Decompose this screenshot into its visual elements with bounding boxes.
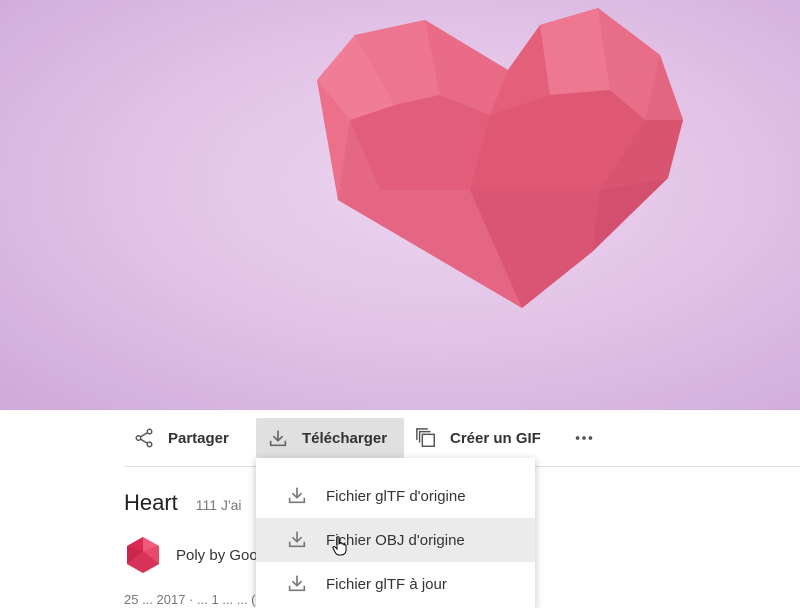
like-count[interactable]: 111 J'ai bbox=[196, 497, 242, 513]
author-avatar[interactable] bbox=[124, 536, 162, 574]
download-label: Télécharger bbox=[302, 429, 388, 447]
more-icon bbox=[572, 426, 596, 450]
menu-item-gltf-updated[interactable]: Fichier glTF à jour bbox=[256, 562, 535, 606]
menu-item-obj-original[interactable]: Fichier OBJ d'origine bbox=[256, 518, 535, 562]
download-button[interactable]: Télécharger bbox=[256, 418, 404, 458]
share-icon bbox=[132, 426, 156, 450]
asset-title-row: Heart 111 J'ai bbox=[124, 490, 242, 516]
download-icon bbox=[286, 572, 308, 594]
hand-cursor-icon bbox=[332, 536, 348, 556]
download-menu: Fichier glTF d'origine Fichier OBJ d'ori… bbox=[256, 458, 535, 608]
download-icon bbox=[266, 426, 290, 450]
download-icon bbox=[286, 528, 308, 550]
more-options-button[interactable] bbox=[570, 418, 598, 458]
author-name[interactable]: Poly by Goo bbox=[176, 547, 258, 564]
heart-model bbox=[317, 8, 683, 308]
menu-item-label: Fichier glTF à jour bbox=[326, 575, 447, 593]
model-viewer[interactable] bbox=[0, 0, 800, 410]
share-label: Partager bbox=[168, 429, 229, 447]
author-row[interactable]: Poly by Goo bbox=[124, 536, 258, 574]
download-icon bbox=[286, 484, 308, 506]
menu-item-gltf-original[interactable]: Fichier glTF d'origine bbox=[256, 474, 535, 518]
asset-title: Heart bbox=[124, 490, 178, 515]
share-button[interactable]: Partager bbox=[130, 418, 233, 458]
menu-item-label: Fichier glTF d'origine bbox=[326, 487, 466, 505]
create-gif-button[interactable]: Créer un GIF bbox=[412, 418, 545, 458]
create-gif-label: Créer un GIF bbox=[450, 429, 541, 447]
gif-icon bbox=[414, 426, 438, 450]
